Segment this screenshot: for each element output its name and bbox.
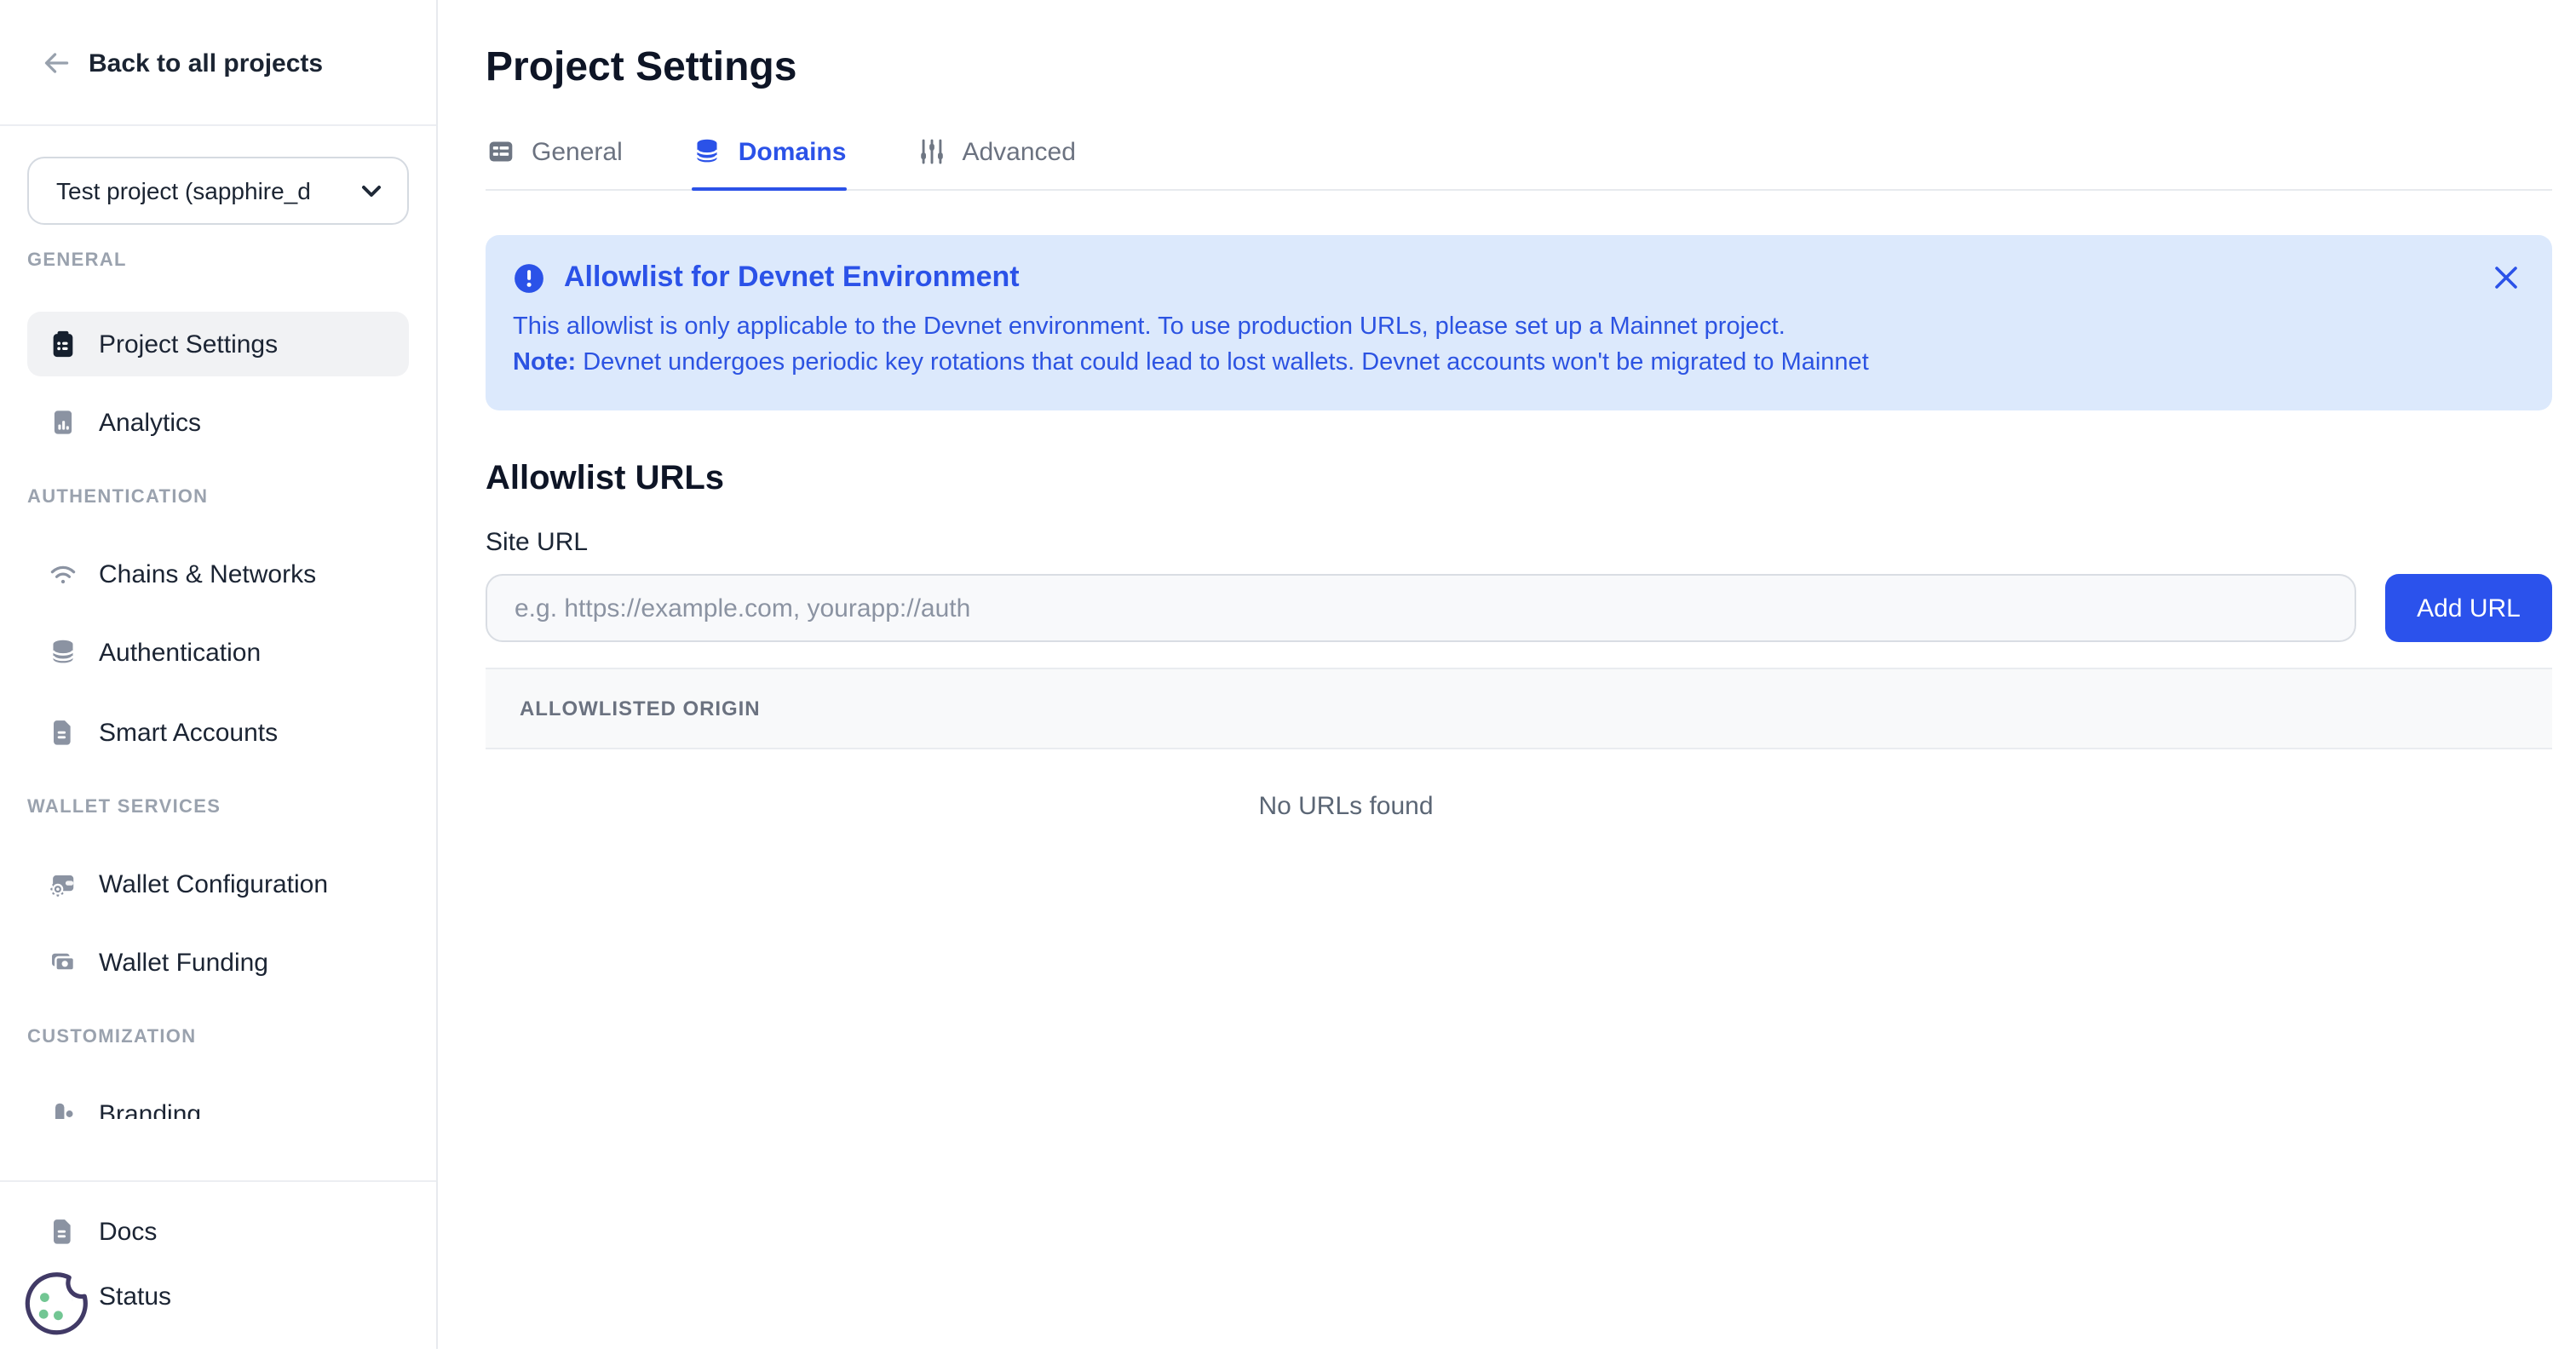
sliders-icon [916,136,946,167]
close-icon[interactable] [2494,266,2518,290]
tab-label: Domains [739,137,847,166]
sidebar-item-label: Smart Accounts [99,718,278,747]
section-label-authentication: AUTHENTICATION [27,485,409,509]
banner-title: Allowlist for Devnet Environment [564,261,1020,295]
sidebar-item-project-settings[interactable]: Project Settings [27,312,409,376]
wallet-gear-icon [48,869,78,899]
sidebar-nav: GENERAL Project Settings Analytics AUTHE… [0,249,436,1119]
sidebar-item-label: Chains & Networks [99,559,316,588]
database-icon [48,637,78,668]
allowlisted-origin-header-label: ALLOWLISTED ORIGIN [520,697,761,720]
tab-general[interactable]: General [486,136,623,189]
sidebar-item-label: Wallet Configuration [99,869,328,898]
banner-note-label: Note: [513,349,576,376]
cookie-consent-button[interactable] [19,1267,94,1354]
allowlisted-origin-header: ALLOWLISTED ORIGIN [486,668,2552,749]
site-url-input[interactable] [486,574,2356,642]
sidebar-item-wallet-configuration[interactable]: Wallet Configuration [27,852,409,916]
sidebar-item-label: Wallet Funding [99,948,268,977]
sidebar-item-authentication[interactable]: Authentication [27,620,409,685]
banner-body: This allowlist is only applicable to the… [513,310,2525,382]
add-url-button[interactable]: Add URL [2385,574,2552,642]
sidebar-item-branding[interactable]: Branding [27,1081,409,1119]
tab-bar: General Domains Advanced [486,136,2552,191]
tab-domains[interactable]: Domains [693,136,847,189]
paint-roller-icon [48,1099,78,1119]
devnet-allowlist-banner: Allowlist for Devnet Environment This al… [486,235,2552,410]
sidebar-item-label: Docs [99,1217,157,1246]
back-to-projects-link[interactable]: Back to all projects [0,0,436,85]
sidebar-item-label: Status [99,1282,171,1311]
section-label-customization: CUSTOMIZATION [27,1025,409,1049]
banknote-icon [48,947,78,978]
sidebar-item-analytics[interactable]: Analytics [27,390,409,455]
sidebar-item-smart-accounts[interactable]: Smart Accounts [27,700,409,765]
main-content: Project Settings General Domains Advance… [438,0,2576,1349]
database-icon [693,136,723,167]
clipboard-icon [48,329,78,359]
chevron-down-icon [358,177,385,204]
back-link-label: Back to all projects [89,49,323,77]
banner-line-2: Note: Devnet undergoes periodic key rota… [513,346,2525,382]
arrow-left-icon [41,48,72,78]
tab-label: General [532,137,623,166]
project-selector-value: Test project (sapphire_d [56,177,349,204]
sidebar-item-label: Branding [99,1099,201,1119]
sidebar-top-divider [0,124,436,126]
table-grid-icon [486,136,516,167]
bar-chart-card-icon [48,407,78,438]
document-icon [48,717,78,748]
app-window: Back to all projects Test project (sapph… [0,0,2576,1349]
wifi-icon [48,559,78,589]
cookie-icon [19,1267,94,1345]
site-url-label: Site URL [486,528,2552,557]
section-label-general: GENERAL [27,249,409,273]
banner-note-text: Devnet undergoes periodic key rotations … [583,349,1869,376]
empty-state: No URLs found [486,749,2552,823]
sidebar-item-docs[interactable]: Docs [27,1199,409,1264]
alert-circle-icon [513,261,545,294]
sidebar-item-label: Analytics [99,408,201,437]
page-title: Project Settings [486,44,2552,92]
document-icon [48,1216,78,1247]
sidebar-item-label: Authentication [99,638,261,667]
banner-line-1: This allowlist is only applicable to the… [513,310,2525,346]
allowlist-urls-heading: Allowlist URLs [486,460,2552,499]
sidebar-item-label: Project Settings [99,330,278,359]
tab-label: Advanced [962,137,1075,166]
sidebar-item-chains-networks[interactable]: Chains & Networks [27,542,409,606]
empty-state-text: No URLs found [1258,792,1433,821]
section-label-wallet-services: WALLET SERVICES [27,795,409,819]
project-selector[interactable]: Test project (sapphire_d [27,157,409,225]
tab-advanced[interactable]: Advanced [916,136,1075,189]
sidebar: Back to all projects Test project (sapph… [0,0,438,1349]
site-url-row: Add URL [486,574,2552,642]
sidebar-item-wallet-funding[interactable]: Wallet Funding [27,930,409,995]
